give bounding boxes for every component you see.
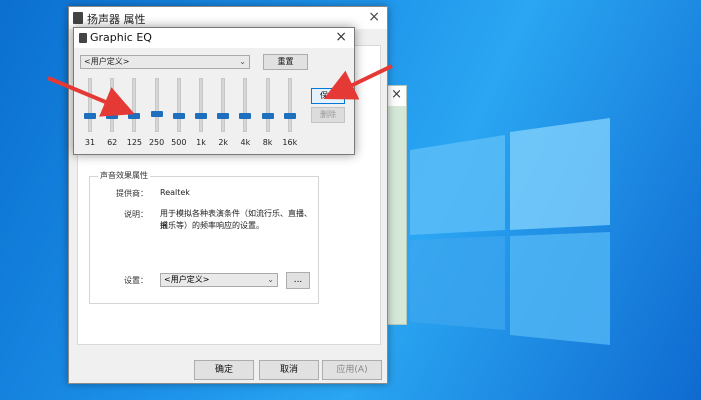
close-icon[interactable]: × bbox=[335, 29, 347, 45]
eq-title: Graphic EQ bbox=[90, 31, 152, 44]
close-icon[interactable]: × bbox=[391, 87, 402, 102]
slider-thumb[interactable] bbox=[283, 113, 296, 120]
slider-track bbox=[221, 78, 226, 132]
eq-title-bar: Graphic EQ × bbox=[74, 28, 354, 48]
eq-slider-16k[interactable]: 16k bbox=[280, 76, 300, 156]
slider-track bbox=[176, 78, 181, 132]
freq-label: 2k bbox=[218, 138, 229, 147]
freq-label: 16k bbox=[282, 138, 298, 147]
freq-label: 62 bbox=[107, 138, 118, 147]
freq-label: 500 bbox=[171, 138, 187, 147]
slider-track bbox=[287, 78, 292, 132]
eq-slider-area: 31 62 125 250 500 1k 2k 4k 8k 16k bbox=[80, 76, 306, 156]
eq-preset-dropdown[interactable]: <用户定义> ⌄ bbox=[80, 55, 250, 69]
more-options-button[interactable]: ... bbox=[286, 272, 310, 289]
slider-track bbox=[243, 78, 248, 132]
delete-button[interactable]: 删除 bbox=[311, 107, 345, 123]
slider-track bbox=[199, 78, 203, 132]
eq-slider-62[interactable]: 62 bbox=[102, 76, 122, 156]
windows-logo bbox=[410, 118, 610, 345]
slider-track bbox=[110, 78, 115, 132]
slider-thumb[interactable] bbox=[217, 113, 230, 120]
eq-preset-value: <用户定义> bbox=[84, 57, 130, 66]
slider-track bbox=[88, 78, 92, 132]
speaker-icon bbox=[73, 12, 83, 24]
chevron-down-icon: ⌄ bbox=[267, 275, 274, 284]
description-line-2: 滚乐等）的频率响应的设置。 bbox=[160, 221, 264, 230]
description-label: 说明： bbox=[124, 210, 148, 219]
slider-thumb[interactable] bbox=[84, 113, 96, 120]
eq-slider-31[interactable]: 31 bbox=[80, 76, 100, 156]
eq-slider-1k[interactable]: 1k bbox=[191, 76, 211, 156]
freq-label: 250 bbox=[148, 138, 165, 147]
slider-thumb[interactable] bbox=[150, 110, 163, 117]
save-button[interactable]: 保存 bbox=[311, 88, 345, 104]
freq-label: 4k bbox=[240, 138, 251, 147]
slider-thumb[interactable] bbox=[239, 113, 252, 120]
freq-label: 8k bbox=[262, 138, 273, 147]
group-title: 声音效果属性 bbox=[98, 170, 150, 181]
setting-dropdown[interactable]: <用户定义> ⌄ bbox=[160, 273, 278, 287]
eq-slider-125[interactable]: 125 bbox=[124, 76, 144, 156]
ok-button[interactable]: 确定 bbox=[194, 360, 254, 380]
eq-slider-500[interactable]: 500 bbox=[169, 76, 189, 156]
freq-label: 31 bbox=[84, 138, 96, 147]
setting-value: <用户定义> bbox=[164, 275, 210, 284]
eq-slider-8k[interactable]: 8k bbox=[258, 76, 278, 156]
sound-effect-properties-group: 声音效果属性 提供商： Realtek 说明： 用于模拟各种表演条件（如流行乐、… bbox=[89, 170, 319, 304]
slider-thumb[interactable] bbox=[261, 113, 274, 120]
chevron-down-icon: ⌄ bbox=[239, 57, 246, 66]
close-icon[interactable]: × bbox=[368, 9, 380, 25]
freq-label: 1k bbox=[196, 138, 206, 147]
provider-value: Realtek bbox=[160, 188, 190, 197]
slider-track bbox=[132, 78, 137, 132]
slider-thumb[interactable] bbox=[106, 113, 119, 120]
window-title: 扬声器 属性 bbox=[87, 13, 146, 26]
eq-slider-2k[interactable]: 2k bbox=[213, 76, 233, 156]
slider-thumb[interactable] bbox=[128, 113, 141, 120]
slider-track bbox=[265, 78, 270, 132]
provider-label: 提供商： bbox=[116, 189, 148, 198]
freq-label: 125 bbox=[126, 138, 143, 147]
graphic-eq-dialog: Graphic EQ × <用户定义> ⌄ 重置 保存 删除 31 62 125 25… bbox=[73, 27, 355, 155]
apply-button[interactable]: 应用(A) bbox=[322, 360, 382, 380]
title-bar: 扬声器 属性 × bbox=[69, 7, 387, 29]
eq-slider-250[interactable]: 250 bbox=[147, 76, 167, 156]
slider-thumb[interactable] bbox=[195, 113, 207, 120]
eq-icon bbox=[79, 33, 87, 43]
eq-slider-4k[interactable]: 4k bbox=[235, 76, 255, 156]
setting-label: 设置： bbox=[124, 276, 148, 285]
slider-thumb[interactable] bbox=[172, 113, 185, 120]
slider-track bbox=[154, 78, 159, 132]
reset-button[interactable]: 重置 bbox=[263, 54, 308, 70]
cancel-button[interactable]: 取消 bbox=[259, 360, 319, 380]
